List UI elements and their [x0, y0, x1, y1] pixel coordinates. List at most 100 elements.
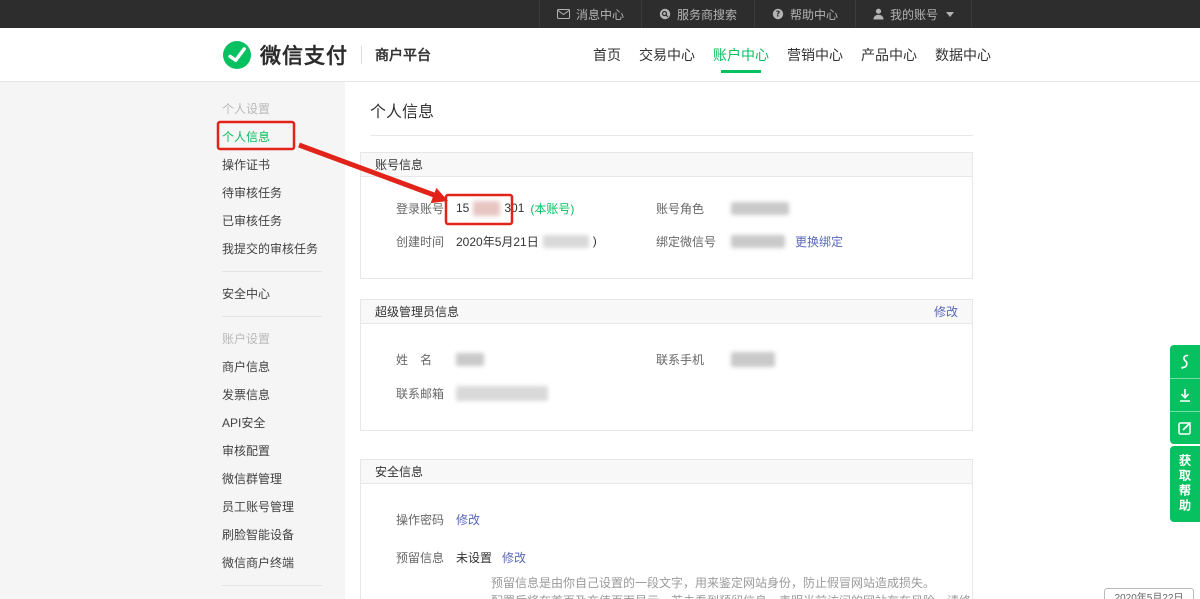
- feedback-icon: [1178, 421, 1192, 435]
- mail-icon: [557, 9, 570, 19]
- get-help-button[interactable]: 获取帮助: [1170, 446, 1200, 522]
- bound-wechat-label: 绑定微信号: [656, 233, 731, 250]
- brand-subtitle: 商户平台: [375, 45, 431, 65]
- page-title: 个人信息: [370, 98, 973, 122]
- reserved-info-label: 预留信息: [361, 549, 456, 566]
- service-provider-search-menu[interactable]: 服务商搜索: [641, 0, 754, 28]
- svg-text:?: ?: [776, 10, 781, 19]
- message-center-menu[interactable]: 消息中心: [539, 0, 641, 28]
- account-info-title: 账号信息: [375, 153, 423, 177]
- nav-home[interactable]: 首页: [593, 28, 621, 82]
- nav-marketing-center[interactable]: 营销中心: [787, 28, 843, 82]
- nav-data-center[interactable]: 数据中心: [935, 28, 991, 82]
- account-info-body: 登录账号 15 301 (本账号) 账号角色: [361, 199, 972, 278]
- download-button[interactable]: [1170, 378, 1200, 411]
- reserved-info-edit-link[interactable]: 修改: [502, 549, 526, 566]
- admin-email-redacted: [456, 386, 548, 401]
- admin-name-label: 姓 名: [361, 351, 456, 368]
- reserved-info-desc-line: 配置后将在首页及充值页面显示。若未看到预留信息，表明当前访问的网站存在风险，请终…: [491, 592, 972, 599]
- login-account-redacted: [473, 201, 500, 216]
- nav-transaction-center[interactable]: 交易中心: [639, 28, 695, 82]
- admin-phone-label: 联系手机: [656, 351, 731, 368]
- security-info-header: 安全信息: [361, 460, 972, 484]
- help-center-menu[interactable]: ? 帮助中心: [754, 0, 855, 28]
- created-time-value: 2020年5月21日 ): [456, 233, 597, 250]
- question-circle-icon: ?: [772, 8, 784, 20]
- float-button-group: [1170, 345, 1200, 444]
- created-time-label: 创建时间: [361, 233, 456, 250]
- admin-name-redacted: [456, 353, 484, 366]
- page-canvas: 消息中心 服务商搜索 ? 帮助中心 我的账号 微信支付: [0, 0, 1200, 599]
- account-role-label: 账号角色: [656, 200, 731, 217]
- brand-separator: [361, 46, 362, 64]
- nav-account-center[interactable]: 账户中心: [713, 28, 769, 82]
- sidebar-item-security-center[interactable]: 安全中心: [0, 280, 345, 308]
- chevron-down-icon: [946, 12, 954, 17]
- sidebar-item-staff-account-management[interactable]: 员工账号管理: [0, 493, 345, 521]
- sidebar-group-personal-settings: 个人设置: [0, 95, 345, 123]
- super-admin-body: 姓 名 联系手机 联系邮箱: [361, 350, 972, 430]
- sidebar-item-merchant-info[interactable]: 商户信息: [0, 353, 345, 381]
- sidebar-item-reviewed-tasks[interactable]: 已审核任务: [0, 207, 345, 235]
- reserved-info-desc-line: 预留信息是由你自己设置的一段文字，用来鉴定网站身份，防止假冒网站造成损失。: [491, 574, 972, 592]
- nav-product-center[interactable]: 产品中心: [861, 28, 917, 82]
- login-account-label: 登录账号: [361, 200, 456, 217]
- wechat-pay-logo-icon: [222, 40, 252, 70]
- customer-service-icon: [1178, 354, 1192, 370]
- sidebar-item-review-config[interactable]: 审核配置: [0, 437, 345, 465]
- created-date-text: 2020年5月21日: [456, 233, 539, 250]
- security-info-section: 安全信息 操作密码 修改 预留信息 未设置 修改 预留: [360, 459, 973, 599]
- sidebar-divider: [222, 585, 322, 586]
- security-info-body: 操作密码 修改 预留信息 未设置 修改 预留信息是由你自己设置的一段文字，用来鉴…: [361, 510, 972, 599]
- super-admin-header: 超级管理员信息 修改: [361, 300, 972, 324]
- sidebar-divider: [222, 271, 322, 272]
- my-account-menu[interactable]: 我的账号: [855, 0, 972, 28]
- operation-password-label: 操作密码: [361, 511, 456, 528]
- sidebar-item-wechat-group-management[interactable]: 微信群管理: [0, 465, 345, 493]
- sidebar-item-wechat-merchant-terminal[interactable]: 微信商户终端: [0, 549, 345, 577]
- search-circle-icon: [659, 8, 671, 20]
- sidebar-item-api-security[interactable]: API安全: [0, 409, 345, 437]
- sidebar-item-my-submitted-tasks[interactable]: 我提交的审核任务: [0, 235, 345, 263]
- super-admin-title: 超级管理员信息: [375, 300, 459, 324]
- reserved-info-status: 未设置: [456, 549, 492, 566]
- topbar-item-label: 帮助中心: [790, 6, 838, 23]
- sidebar-item-invoice-info[interactable]: 发票信息: [0, 381, 345, 409]
- topbar-item-label: 消息中心: [576, 6, 624, 23]
- login-account-value: 15 301: [456, 201, 524, 216]
- title-divider: [370, 135, 973, 136]
- sidebar-item-pending-review-tasks[interactable]: 待审核任务: [0, 179, 345, 207]
- get-help-label: 获取帮助: [1177, 454, 1194, 514]
- topbar-item-label: 服务商搜索: [677, 6, 737, 23]
- operation-password-edit-link[interactable]: 修改: [456, 511, 480, 528]
- sidebar-item-face-smart-device[interactable]: 刷脸智能设备: [0, 521, 345, 549]
- feedback-button[interactable]: [1170, 411, 1200, 444]
- super-admin-edit-link[interactable]: 修改: [934, 300, 958, 324]
- sidebar-divider: [222, 316, 322, 317]
- customer-service-button[interactable]: [1170, 345, 1200, 378]
- sidebar: 个人设置 个人信息 操作证书 待审核任务 已审核任务 我提交的审核任务 安全中心…: [0, 82, 345, 599]
- main-content: 个人信息 账号信息 登录账号 15 301 (本账号): [360, 82, 973, 599]
- current-account-note: (本账号): [530, 200, 574, 217]
- security-info-title: 安全信息: [375, 460, 423, 484]
- sidebar-item-operation-certificate[interactable]: 操作证书: [0, 151, 345, 179]
- topbar-items: 消息中心 服务商搜索 ? 帮助中心 我的账号: [539, 0, 972, 28]
- sidebar-item-personal-info[interactable]: 个人信息: [0, 123, 345, 151]
- account-info-section: 账号信息 登录账号 15 301 (本账号) 账号角色: [360, 152, 973, 279]
- rebind-link[interactable]: 更换绑定: [795, 233, 843, 250]
- topbar: 消息中心 服务商搜索 ? 帮助中心 我的账号: [0, 0, 1200, 28]
- user-icon: [873, 8, 884, 20]
- super-admin-section: 超级管理员信息 修改 姓 名 联系手机 联系邮箱: [360, 299, 973, 431]
- sidebar-group-account-settings: 账户设置: [0, 325, 345, 353]
- admin-phone-redacted: [731, 352, 775, 367]
- login-account-suffix: 301: [504, 201, 524, 215]
- float-help-widget: 获取帮助: [1170, 345, 1200, 522]
- download-icon: [1178, 388, 1192, 403]
- header: 微信支付 商户平台 首页 交易中心 账户中心 营销中心 产品中心 数据中心: [0, 28, 1200, 82]
- created-time-redacted: [543, 235, 589, 248]
- brand: 微信支付 商户平台: [222, 28, 431, 82]
- brand-name: 微信支付: [260, 40, 348, 70]
- main-nav: 首页 交易中心 账户中心 营销中心 产品中心 数据中心: [593, 28, 991, 82]
- created-paren: ): [593, 234, 597, 248]
- account-role-redacted: [731, 202, 789, 215]
